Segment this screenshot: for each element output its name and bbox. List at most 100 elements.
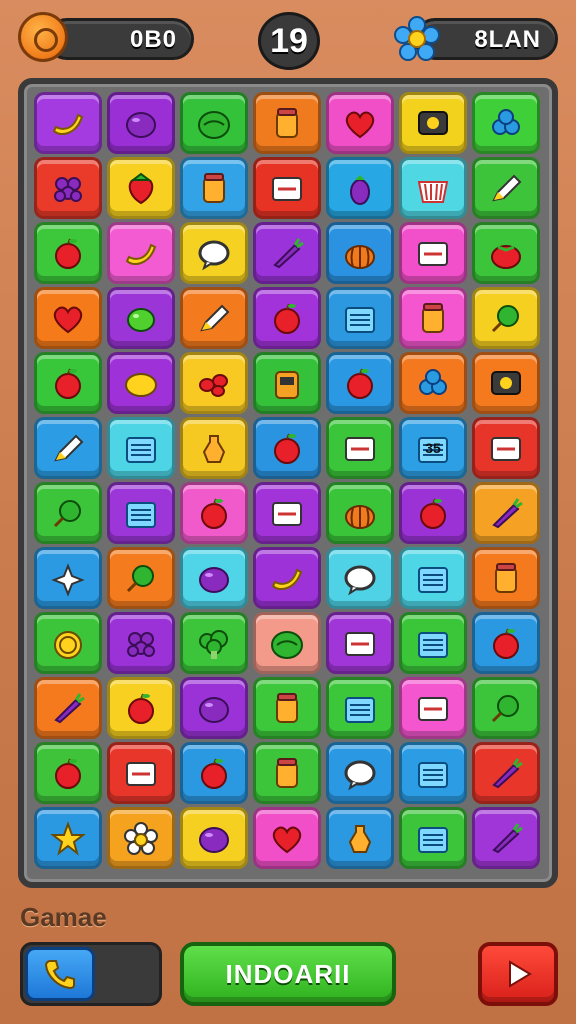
tile-41[interactable]: 35 (399, 417, 467, 479)
tile-10[interactable] (180, 157, 248, 219)
tile-7[interactable] (472, 92, 540, 154)
tile-48[interactable] (399, 482, 467, 544)
tile-76[interactable] (399, 742, 467, 804)
tile-46[interactable] (253, 482, 321, 544)
tile-71[interactable] (34, 742, 102, 804)
tile-4[interactable] (253, 92, 321, 154)
tile-82[interactable] (326, 807, 394, 869)
tile-25[interactable] (253, 287, 321, 349)
tile-40[interactable] (326, 417, 394, 479)
game-board: 35 (18, 78, 558, 888)
apple-icon (201, 498, 227, 529)
tile-31[interactable] (180, 352, 248, 414)
tile-12[interactable] (326, 157, 394, 219)
tile-3[interactable] (180, 92, 248, 154)
tile-70[interactable] (472, 677, 540, 739)
tile-60[interactable] (253, 612, 321, 674)
tile-56[interactable] (472, 547, 540, 609)
tile-81[interactable] (253, 807, 321, 869)
tile-32[interactable] (253, 352, 321, 414)
plum-icon (199, 567, 229, 593)
tile-83[interactable] (399, 807, 467, 869)
tile-74[interactable] (253, 742, 321, 804)
tile-37[interactable] (107, 417, 175, 479)
tile-80[interactable] (180, 807, 248, 869)
tile-2[interactable] (107, 92, 175, 154)
play-button[interactable] (478, 942, 558, 1006)
tile-39[interactable] (253, 417, 321, 479)
tile-69[interactable] (399, 677, 467, 739)
tile-43[interactable] (34, 482, 102, 544)
tile-13[interactable] (399, 157, 467, 219)
tile-53[interactable] (253, 547, 321, 609)
call-button[interactable] (20, 942, 162, 1006)
tile-20[interactable] (399, 222, 467, 284)
tile-35[interactable] (472, 352, 540, 414)
tile-68[interactable] (326, 677, 394, 739)
tile-73[interactable] (180, 742, 248, 804)
tile-27[interactable] (399, 287, 467, 349)
box-icon (126, 437, 156, 463)
tile-75[interactable] (326, 742, 394, 804)
main-action-button[interactable]: INDOARII (180, 942, 396, 1006)
tile-38[interactable] (180, 417, 248, 479)
tile-50[interactable] (34, 547, 102, 609)
top-hud: 0B0 19 8LAN (18, 12, 558, 70)
tile-59[interactable] (180, 612, 248, 674)
tile-54[interactable] (326, 547, 394, 609)
tile-5[interactable] (326, 92, 394, 154)
tile-11[interactable] (253, 157, 321, 219)
tile-29[interactable] (34, 352, 102, 414)
tile-14[interactable] (472, 157, 540, 219)
tile-23[interactable] (107, 287, 175, 349)
plum-icon (199, 697, 229, 723)
tile-49[interactable] (472, 482, 540, 544)
tile-34[interactable] (399, 352, 467, 414)
tile-19[interactable] (326, 222, 394, 284)
tile-1[interactable] (34, 92, 102, 154)
tile-28[interactable] (472, 287, 540, 349)
bottle-icon (348, 825, 372, 853)
tile-51[interactable] (107, 547, 175, 609)
call-button-face[interactable] (25, 947, 95, 1001)
tile-65[interactable] (107, 677, 175, 739)
tile-78[interactable] (34, 807, 102, 869)
tile-22[interactable] (34, 287, 102, 349)
pencil-icon (200, 304, 230, 332)
tile-6[interactable] (399, 92, 467, 154)
tile-55[interactable] (399, 547, 467, 609)
tile-42[interactable] (472, 417, 540, 479)
tile-64[interactable] (34, 677, 102, 739)
tile-24[interactable] (180, 287, 248, 349)
tile-17[interactable] (180, 222, 248, 284)
tile-18[interactable] (253, 222, 321, 284)
tile-16[interactable] (107, 222, 175, 284)
jar-icon (276, 758, 298, 788)
tile-77[interactable] (472, 742, 540, 804)
tile-63[interactable] (472, 612, 540, 674)
tile-58[interactable] (107, 612, 175, 674)
tile-62[interactable] (399, 612, 467, 674)
tile-61[interactable] (326, 612, 394, 674)
tile-21[interactable] (472, 222, 540, 284)
tile-84[interactable] (472, 807, 540, 869)
tile-66[interactable] (180, 677, 248, 739)
tile-36[interactable] (34, 417, 102, 479)
tile-67[interactable] (253, 677, 321, 739)
tile-72[interactable] (107, 742, 175, 804)
tile-47[interactable] (326, 482, 394, 544)
card-icon (272, 177, 302, 201)
tile-8[interactable] (34, 157, 102, 219)
tile-79[interactable] (107, 807, 175, 869)
tile-30[interactable] (107, 352, 175, 414)
tile-45[interactable] (180, 482, 248, 544)
bottle-icon (202, 435, 226, 463)
tile-57[interactable] (34, 612, 102, 674)
tile-26[interactable] (326, 287, 394, 349)
tile-9[interactable] (107, 157, 175, 219)
tile-15[interactable] (34, 222, 102, 284)
tile-52[interactable] (180, 547, 248, 609)
strawberry-icon (128, 172, 154, 205)
tile-33[interactable] (326, 352, 394, 414)
tile-44[interactable] (107, 482, 175, 544)
